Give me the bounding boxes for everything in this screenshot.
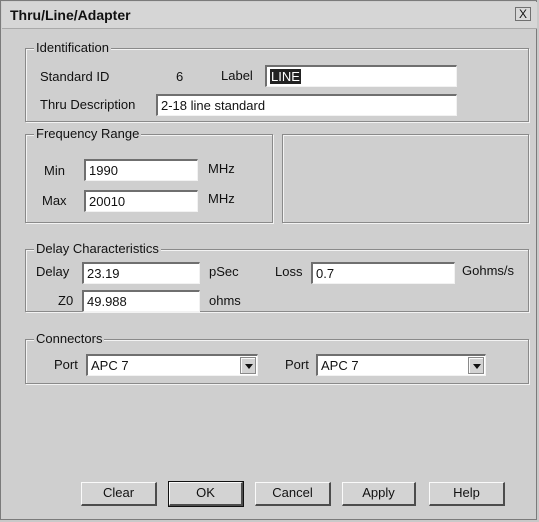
chevron-down-icon[interactable] xyxy=(240,357,256,374)
help-button[interactable]: Help xyxy=(429,482,505,506)
title-bar: Thru/Line/Adapter X xyxy=(2,2,537,29)
delay-label: Delay xyxy=(36,264,70,279)
delay-characteristics-group: Delay Characteristics Delay 23.19 pSec L… xyxy=(25,241,529,312)
standard-id-value: 6 xyxy=(176,69,184,84)
port-2-value: APC 7 xyxy=(321,358,359,373)
port-2-select[interactable]: APC 7 xyxy=(316,354,486,376)
thru-description-field[interactable]: 2-18 line standard xyxy=(156,94,457,116)
delay-characteristics-legend: Delay Characteristics xyxy=(34,241,161,256)
port-1-select[interactable]: APC 7 xyxy=(86,354,258,376)
z0-unit-label: ohms xyxy=(209,293,241,308)
close-icon: X xyxy=(518,7,527,21)
z0-field[interactable]: 49.988 xyxy=(82,290,200,312)
max-unit-label: MHz xyxy=(208,191,235,206)
clear-button[interactable]: Clear xyxy=(81,482,157,506)
delay-unit-label: pSec xyxy=(209,264,239,279)
ok-button[interactable]: OK xyxy=(168,481,244,507)
label-field[interactable]: LINE xyxy=(265,65,457,87)
frequency-range-legend: Frequency Range xyxy=(34,126,142,141)
max-frequency-field[interactable]: 20010 xyxy=(84,190,198,212)
frequency-range-group: Frequency Range Min 1990 MHz Max 20010 M… xyxy=(25,126,273,223)
identification-group: Identification Standard ID 6 Label LINE … xyxy=(25,40,529,122)
thru-description-label: Thru Description xyxy=(40,97,136,112)
close-button[interactable]: X xyxy=(515,7,531,21)
loss-label: Loss xyxy=(275,264,303,279)
min-frequency-field[interactable]: 1990 xyxy=(84,159,198,181)
label-field-value: LINE xyxy=(270,69,301,84)
standard-id-label: Standard ID xyxy=(40,69,110,84)
max-label: Max xyxy=(42,193,67,208)
delay-field[interactable]: 23.19 xyxy=(82,262,200,284)
min-label: Min xyxy=(44,163,65,178)
cancel-button[interactable]: Cancel xyxy=(255,482,331,506)
port-2-label: Port xyxy=(285,357,309,372)
port-1-label: Port xyxy=(54,357,78,372)
apply-button[interactable]: Apply xyxy=(342,482,416,506)
identification-legend: Identification xyxy=(34,40,111,55)
empty-panel xyxy=(282,134,529,223)
label-label: Label xyxy=(221,68,253,83)
thru-line-adapter-dialog: Thru/Line/Adapter X Identification Stand… xyxy=(0,0,537,520)
min-unit-label: MHz xyxy=(208,161,235,176)
loss-unit-label: Gohms/s xyxy=(462,263,515,278)
port-1-value: APC 7 xyxy=(91,358,129,373)
connectors-legend: Connectors xyxy=(34,331,105,346)
z0-label: Z0 xyxy=(58,293,74,308)
chevron-down-icon[interactable] xyxy=(468,357,484,374)
loss-field[interactable]: 0.7 xyxy=(311,262,455,284)
connectors-group: Connectors Port APC 7 Port APC 7 xyxy=(25,331,529,384)
window-title: Thru/Line/Adapter xyxy=(10,7,131,23)
